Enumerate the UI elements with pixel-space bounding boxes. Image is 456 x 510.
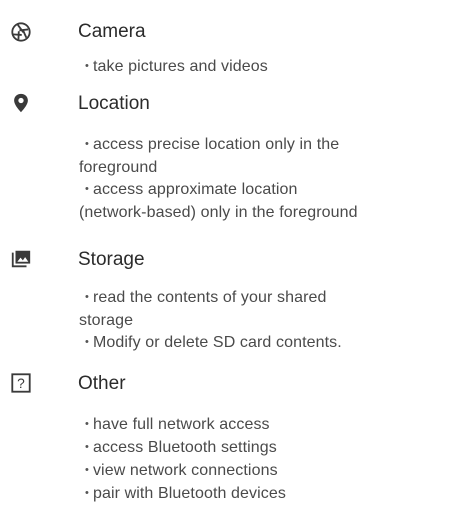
permission-item: • take pictures and videos	[85, 58, 268, 75]
camera-aperture-icon	[10, 21, 32, 43]
permission-list-storage: • read the contents of your shared storag…	[79, 287, 454, 355]
photo-folder-icon	[10, 248, 32, 270]
permission-list-location: • access precise location only in the for…	[79, 134, 454, 224]
permission-item: • view network connections	[85, 462, 278, 479]
permission-item: • pair with Bluetooth devices	[85, 485, 286, 502]
group-title-location: Location	[78, 93, 150, 114]
permission-item: • access precise location only in the for…	[79, 136, 340, 176]
permission-item: • read the contents of your shared storag…	[79, 289, 327, 329]
group-title-other: Other	[78, 373, 126, 394]
location-pin-icon	[10, 92, 32, 114]
permission-item: • access approximate location (network-ba…	[79, 181, 358, 221]
permission-item: • have full network access	[85, 416, 270, 433]
permission-list-camera: • take pictures and videos	[79, 56, 454, 79]
svg-text:?: ?	[17, 376, 25, 391]
permission-list-other: • have full network access • access Blueto…	[79, 414, 454, 506]
group-title-camera: Camera	[78, 21, 146, 42]
question-box-icon: ?	[10, 372, 32, 394]
group-title-storage: Storage	[78, 249, 145, 270]
permission-item: • access Bluetooth settings	[85, 439, 277, 456]
permission-item: • Modify or delete SD card contents.	[85, 334, 342, 351]
